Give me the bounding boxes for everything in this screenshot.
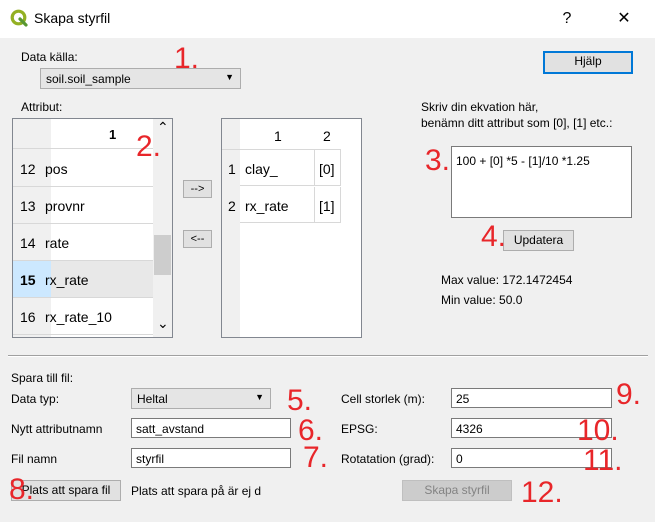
attribute-name: rx_rate xyxy=(245,198,289,214)
table-row[interactable]: 14 rate xyxy=(13,224,153,261)
chevron-down-icon: ▼ xyxy=(225,72,234,82)
title-bar: Skapa styrfil ? ✕ xyxy=(0,0,655,38)
column-header[interactable]: 1 xyxy=(109,127,116,142)
table-row[interactable]: 16 rx_rate_10 xyxy=(13,298,153,335)
annotation-2: 2. xyxy=(136,130,162,163)
annotation-7: 7. xyxy=(303,441,329,474)
file-name-field[interactable]: styrfil xyxy=(131,448,291,468)
attribute-name-label: Nytt attributnamn xyxy=(11,422,103,436)
file-name-label: Fil namn xyxy=(11,452,58,466)
attribute-name-field[interactable]: satt_avstand xyxy=(131,418,291,438)
scroll-down-icon[interactable]: ⌄ xyxy=(157,315,169,332)
help-question-icon[interactable]: ? xyxy=(552,9,582,29)
move-left-button[interactable]: <-- xyxy=(183,230,212,248)
selected-attributes-table[interactable]: 1 2 1 clay_ [0] 2 rx_rate [1] xyxy=(221,118,362,338)
epsg-label: EPSG: xyxy=(341,422,378,436)
data-source-label: Data källa: xyxy=(21,50,78,64)
table-row[interactable]: 13 provnr xyxy=(13,187,153,224)
attribute-name: rate xyxy=(45,235,70,251)
attribute-name: clay_ xyxy=(245,161,278,177)
data-source-value: soil.soil_sample xyxy=(46,72,131,86)
equation-textarea[interactable]: 100 + [0] *5 - [1]/10 *1.25 xyxy=(451,146,632,218)
data-type-value: Heltal xyxy=(137,392,168,406)
save-section-label: Spara till fil: xyxy=(11,371,74,385)
rotation-value: 0 xyxy=(456,452,463,466)
annotation-9: 9. xyxy=(616,378,642,411)
annotation-5: 5. xyxy=(287,384,313,417)
cell-size-field[interactable]: 25 xyxy=(451,388,612,408)
attribute-ref: [0] xyxy=(319,161,335,177)
annotation-10: 10. xyxy=(577,414,619,447)
row-number: 14 xyxy=(20,235,36,251)
column-header-1[interactable]: 1 xyxy=(274,128,282,144)
max-value-text: Max value: 172.1472454 xyxy=(441,273,573,287)
equation-value: 100 + [0] *5 - [1]/10 *1.25 xyxy=(456,154,590,168)
data-source-combo[interactable]: soil.soil_sample ▼ xyxy=(40,68,241,89)
annotation-8: 8. xyxy=(9,473,35,506)
close-icon[interactable]: ✕ xyxy=(609,9,639,29)
row-number: 15 xyxy=(20,272,36,288)
header-divider xyxy=(13,148,153,149)
table-row[interactable]: 12 pos xyxy=(13,150,153,187)
save-location-status: Plats att spara på är ej d xyxy=(131,484,262,498)
row-number: 12 xyxy=(20,161,36,177)
row-number: 1 xyxy=(228,161,236,177)
attribute-name: rx_rate xyxy=(45,272,89,288)
move-right-button[interactable]: --> xyxy=(183,180,212,198)
annotation-12: 12. xyxy=(521,476,563,509)
equation-instructions-line1: Skriv din ekvation här, xyxy=(421,100,539,114)
data-type-label: Data typ: xyxy=(11,392,60,406)
cell-size-label: Cell storlek (m): xyxy=(341,392,426,406)
attribute-name-value: satt_avstand xyxy=(136,422,205,436)
scrollbar-thumb[interactable] xyxy=(154,235,171,275)
create-file-button[interactable]: Skapa styrfil xyxy=(402,480,512,501)
attribute-name: pos xyxy=(45,161,68,177)
file-name-value: styrfil xyxy=(136,452,164,466)
annotation-4: 4. xyxy=(481,220,507,253)
help-button[interactable]: Hjälp xyxy=(543,51,633,74)
attribute-name: provnr xyxy=(45,198,85,214)
epsg-value: 4326 xyxy=(456,422,483,436)
annotation-1: 1. xyxy=(174,42,200,75)
table-row[interactable]: 2 rx_rate [1] xyxy=(222,187,341,223)
column-header-2[interactable]: 2 xyxy=(323,128,331,144)
table-row[interactable]: 1 clay_ [0] xyxy=(222,150,341,186)
section-divider xyxy=(8,355,648,357)
update-button[interactable]: Updatera xyxy=(503,230,574,251)
table-row-selected[interactable]: 15 rx_rate xyxy=(13,261,153,298)
attribute-ref: [1] xyxy=(319,198,335,214)
attribute-label: Attribut: xyxy=(21,100,63,114)
chevron-down-icon: ▼ xyxy=(255,392,264,402)
min-value-text: Min value: 50.0 xyxy=(441,293,523,307)
data-type-combo[interactable]: Heltal ▼ xyxy=(131,388,271,409)
row-number: 16 xyxy=(20,309,36,325)
annotation-11: 11. xyxy=(583,444,623,477)
annotation-3: 3. xyxy=(425,144,451,177)
rotation-label: Rotatation (grad): xyxy=(341,452,435,466)
row-number: 13 xyxy=(20,198,36,214)
row-number: 2 xyxy=(228,198,236,214)
window-title: Skapa styrfil xyxy=(34,10,111,26)
qgis-logo-icon xyxy=(10,9,28,27)
cell-size-value: 25 xyxy=(456,392,470,406)
attribute-name: rx_rate_10 xyxy=(45,309,112,325)
equation-instructions-line2: benämn ditt attribut som [0], [1] etc.: xyxy=(421,116,613,130)
